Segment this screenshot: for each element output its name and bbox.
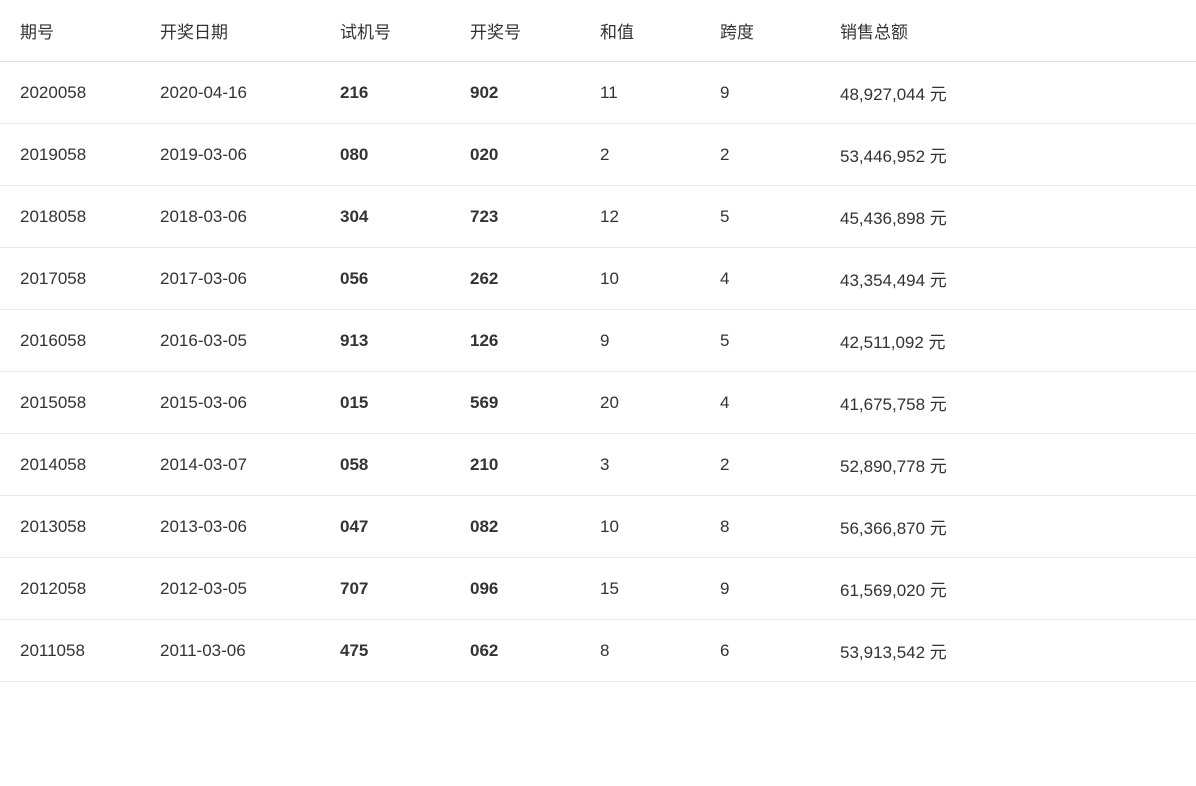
cell-hezhi: 9 <box>580 310 700 372</box>
cell-hezhi: 10 <box>580 248 700 310</box>
cell-qihao: 2020058 <box>0 62 140 124</box>
cell-shiji: 056 <box>320 248 450 310</box>
cell-kaij: 062 <box>450 620 580 682</box>
cell-kaij: 020 <box>450 124 580 186</box>
cell-kuadu: 4 <box>700 248 820 310</box>
cell-date: 2016-03-05 <box>140 310 320 372</box>
cell-qihao: 2014058 <box>0 434 140 496</box>
header-sale: 销售总额 <box>820 0 1196 62</box>
cell-kuadu: 9 <box>700 558 820 620</box>
header-date: 开奖日期 <box>140 0 320 62</box>
cell-sale: 53,446,952 元 <box>820 124 1196 186</box>
table-row: 20110582011-03-064750628653,913,542 元 <box>0 620 1196 682</box>
cell-sale: 42,511,092 元 <box>820 310 1196 372</box>
table-row: 20150582015-03-0601556920441,675,758 元 <box>0 372 1196 434</box>
cell-kuadu: 4 <box>700 372 820 434</box>
cell-hezhi: 15 <box>580 558 700 620</box>
cell-hezhi: 2 <box>580 124 700 186</box>
cell-date: 2020-04-16 <box>140 62 320 124</box>
table-row: 20190582019-03-060800202253,446,952 元 <box>0 124 1196 186</box>
cell-qihao: 2013058 <box>0 496 140 558</box>
cell-kaij: 723 <box>450 186 580 248</box>
table-row: 20130582013-03-0604708210856,366,870 元 <box>0 496 1196 558</box>
table-row: 20180582018-03-0630472312545,436,898 元 <box>0 186 1196 248</box>
cell-kaij: 569 <box>450 372 580 434</box>
header-shiji: 试机号 <box>320 0 450 62</box>
lottery-table-container: 期号 开奖日期 试机号 开奖号 和值 跨度 销售总额 20200582020-0… <box>0 0 1196 682</box>
cell-kuadu: 5 <box>700 186 820 248</box>
cell-shiji: 058 <box>320 434 450 496</box>
cell-hezhi: 8 <box>580 620 700 682</box>
cell-sale: 56,366,870 元 <box>820 496 1196 558</box>
cell-qihao: 2016058 <box>0 310 140 372</box>
cell-hezhi: 11 <box>580 62 700 124</box>
cell-kuadu: 9 <box>700 62 820 124</box>
cell-kaij: 902 <box>450 62 580 124</box>
cell-sale: 43,354,494 元 <box>820 248 1196 310</box>
table-row: 20160582016-03-059131269542,511,092 元 <box>0 310 1196 372</box>
header-hezhi: 和值 <box>580 0 700 62</box>
cell-shiji: 913 <box>320 310 450 372</box>
cell-kuadu: 2 <box>700 124 820 186</box>
cell-hezhi: 3 <box>580 434 700 496</box>
cell-sale: 41,675,758 元 <box>820 372 1196 434</box>
cell-date: 2019-03-06 <box>140 124 320 186</box>
cell-qihao: 2011058 <box>0 620 140 682</box>
cell-kaij: 096 <box>450 558 580 620</box>
cell-qihao: 2015058 <box>0 372 140 434</box>
cell-shiji: 475 <box>320 620 450 682</box>
cell-sale: 53,913,542 元 <box>820 620 1196 682</box>
cell-date: 2012-03-05 <box>140 558 320 620</box>
cell-sale: 52,890,778 元 <box>820 434 1196 496</box>
cell-hezhi: 12 <box>580 186 700 248</box>
lottery-table: 期号 开奖日期 试机号 开奖号 和值 跨度 销售总额 20200582020-0… <box>0 0 1196 682</box>
cell-date: 2011-03-06 <box>140 620 320 682</box>
cell-shiji: 080 <box>320 124 450 186</box>
cell-date: 2013-03-06 <box>140 496 320 558</box>
cell-sale: 48,927,044 元 <box>820 62 1196 124</box>
cell-qihao: 2017058 <box>0 248 140 310</box>
cell-date: 2014-03-07 <box>140 434 320 496</box>
header-kaij: 开奖号 <box>450 0 580 62</box>
cell-sale: 61,569,020 元 <box>820 558 1196 620</box>
cell-sale: 45,436,898 元 <box>820 186 1196 248</box>
table-row: 20170582017-03-0605626210443,354,494 元 <box>0 248 1196 310</box>
cell-kaij: 082 <box>450 496 580 558</box>
cell-kaij: 126 <box>450 310 580 372</box>
table-row: 20120582012-03-0570709615961,569,020 元 <box>0 558 1196 620</box>
table-row: 20200582020-04-1621690211948,927,044 元 <box>0 62 1196 124</box>
cell-hezhi: 20 <box>580 372 700 434</box>
cell-shiji: 216 <box>320 62 450 124</box>
cell-kuadu: 8 <box>700 496 820 558</box>
cell-qihao: 2012058 <box>0 558 140 620</box>
cell-kuadu: 6 <box>700 620 820 682</box>
cell-kuadu: 5 <box>700 310 820 372</box>
cell-date: 2015-03-06 <box>140 372 320 434</box>
cell-date: 2017-03-06 <box>140 248 320 310</box>
cell-qihao: 2019058 <box>0 124 140 186</box>
cell-hezhi: 10 <box>580 496 700 558</box>
table-row: 20140582014-03-070582103252,890,778 元 <box>0 434 1196 496</box>
cell-kaij: 262 <box>450 248 580 310</box>
header-qihao: 期号 <box>0 0 140 62</box>
cell-shiji: 015 <box>320 372 450 434</box>
cell-qihao: 2018058 <box>0 186 140 248</box>
cell-kuadu: 2 <box>700 434 820 496</box>
cell-kaij: 210 <box>450 434 580 496</box>
cell-shiji: 047 <box>320 496 450 558</box>
header-kuadu: 跨度 <box>700 0 820 62</box>
cell-shiji: 707 <box>320 558 450 620</box>
cell-date: 2018-03-06 <box>140 186 320 248</box>
table-header-row: 期号 开奖日期 试机号 开奖号 和值 跨度 销售总额 <box>0 0 1196 62</box>
cell-shiji: 304 <box>320 186 450 248</box>
